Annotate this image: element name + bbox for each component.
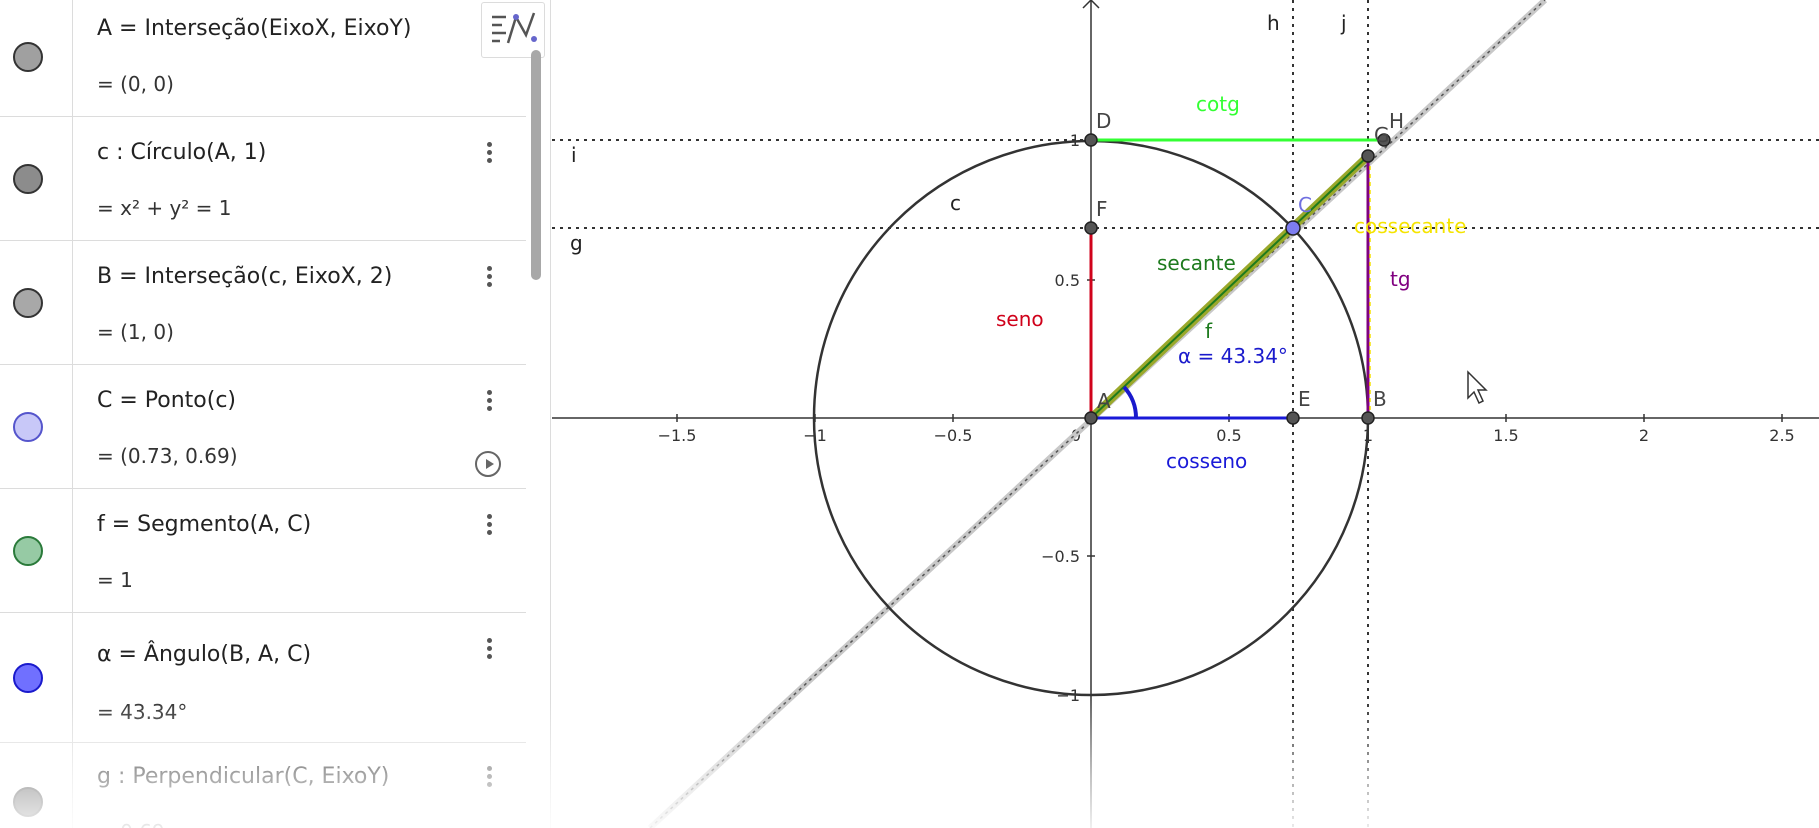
- label-E: E: [1298, 387, 1311, 411]
- algebra-row-alpha[interactable]: α = Ângulo(B, A, C) = 43.34°: [0, 612, 526, 743]
- label-cossecante: cossecante: [1354, 214, 1466, 238]
- label-g: g: [570, 231, 583, 255]
- label-H: H: [1389, 109, 1404, 133]
- label-cosseno: cosseno: [1166, 449, 1247, 473]
- value-C: = (0.73, 0.69): [97, 444, 238, 468]
- algebra-row-c[interactable]: c : Círculo(A, 1) = x² + y² = 1: [0, 116, 526, 241]
- algebra-scrollbar[interactable]: [531, 50, 541, 280]
- mouse-cursor-icon: [1467, 370, 1488, 405]
- definition-g[interactable]: g : Perpendicular(C, EixoY): [97, 764, 389, 789]
- visibility-toggle-B[interactable]: [13, 288, 43, 318]
- label-G: G: [1374, 123, 1390, 147]
- more-options-icon[interactable]: [480, 636, 498, 664]
- label-B: B: [1373, 387, 1387, 411]
- algebra-row-A[interactable]: A = Interseção(EixoX, EixoY) = (0, 0): [0, 0, 526, 117]
- more-options-icon[interactable]: [480, 264, 498, 292]
- definition-c[interactable]: c : Círculo(A, 1): [97, 140, 266, 165]
- more-options-icon[interactable]: [480, 512, 498, 540]
- visibility-toggle-A[interactable]: [13, 42, 43, 72]
- definition-f[interactable]: f = Segmento(A, C): [97, 512, 311, 537]
- label-c: c: [950, 191, 961, 215]
- point-B[interactable]: [1361, 411, 1375, 425]
- sort-graph-icon: [492, 12, 537, 44]
- label-secante: secante: [1157, 251, 1236, 275]
- point-D[interactable]: [1084, 133, 1098, 147]
- x-tick-label: 0.5: [1216, 426, 1241, 445]
- algebra-row-B[interactable]: B = Interseção(c, EixoX, 2) = (1, 0): [0, 240, 526, 365]
- point-G[interactable]: [1361, 149, 1375, 163]
- algebra-row-f[interactable]: f = Segmento(A, C) = 1: [0, 488, 526, 613]
- angle-alpha-arc[interactable]: [1122, 385, 1139, 419]
- label-tg: tg: [1390, 267, 1411, 291]
- label-seno: seno: [996, 307, 1044, 331]
- grid-lines: [552, 0, 1819, 828]
- label-C: C: [1298, 193, 1312, 217]
- value-A: = (0, 0): [97, 72, 174, 96]
- point-F[interactable]: [1084, 221, 1098, 235]
- graphics-view[interactable]: −1.5 −1 −0.5 0 0.5 1 1.5 2 2.5 0.5 −0.5 …: [552, 0, 1819, 828]
- label-j: j: [1340, 11, 1347, 35]
- play-animation-icon[interactable]: [475, 451, 501, 477]
- label-h: h: [1267, 11, 1280, 35]
- value-alpha: = 43.34°: [97, 700, 188, 724]
- y-tick-label: 0.5: [1055, 271, 1080, 290]
- label-f: f: [1205, 319, 1213, 343]
- algebra-row-C[interactable]: C = Ponto(c) = (0.73, 0.69): [0, 364, 526, 489]
- x-tick-label: −1.5: [658, 426, 697, 445]
- algebra-row-g[interactable]: g : Perpendicular(C, EixoY) = 0.69: [0, 742, 526, 828]
- label-A: A: [1097, 389, 1111, 413]
- value-B: = (1, 0): [97, 320, 174, 344]
- visibility-toggle-f[interactable]: [13, 536, 43, 566]
- definition-alpha[interactable]: α = Ângulo(B, A, C): [97, 642, 311, 667]
- y-tick-label: −0.5: [1041, 547, 1080, 566]
- more-options-icon[interactable]: [480, 140, 498, 168]
- definition-C[interactable]: C = Ponto(c): [97, 388, 236, 413]
- visibility-toggle-g[interactable]: [13, 787, 43, 817]
- visibility-toggle-alpha[interactable]: [13, 663, 43, 693]
- point-A[interactable]: [1084, 411, 1098, 425]
- visibility-toggle-C[interactable]: [13, 412, 43, 442]
- label-alpha: α = 43.34°: [1178, 344, 1288, 368]
- point-C[interactable]: [1285, 220, 1301, 236]
- label-F: F: [1096, 197, 1108, 221]
- label-i: i: [571, 143, 577, 167]
- x-tick-label: 2: [1639, 426, 1649, 445]
- x-tick-label: 2.5: [1769, 426, 1794, 445]
- definition-B[interactable]: B = Interseção(c, EixoX, 2): [97, 264, 392, 289]
- axes: −1.5 −1 −0.5 0 0.5 1 1.5 2 2.5 0.5 −0.5 …: [552, 0, 1819, 828]
- value-g: = 0.69: [97, 820, 165, 828]
- value-f: = 1: [97, 568, 133, 592]
- x-tick-label: 1.5: [1493, 426, 1518, 445]
- algebra-view: A = Interseção(EixoX, EixoY) = (0, 0) c …: [0, 0, 551, 828]
- value-c: = x² + y² = 1: [97, 196, 232, 220]
- label-cotg: cotg: [1196, 92, 1240, 116]
- more-options-icon[interactable]: [480, 764, 498, 792]
- label-D: D: [1096, 109, 1111, 133]
- x-tick-label: −0.5: [934, 426, 973, 445]
- visibility-toggle-c[interactable]: [13, 164, 43, 194]
- more-options-icon[interactable]: [480, 388, 498, 416]
- point-E[interactable]: [1286, 411, 1300, 425]
- definition-A[interactable]: A = Interseção(EixoX, EixoY): [97, 16, 411, 41]
